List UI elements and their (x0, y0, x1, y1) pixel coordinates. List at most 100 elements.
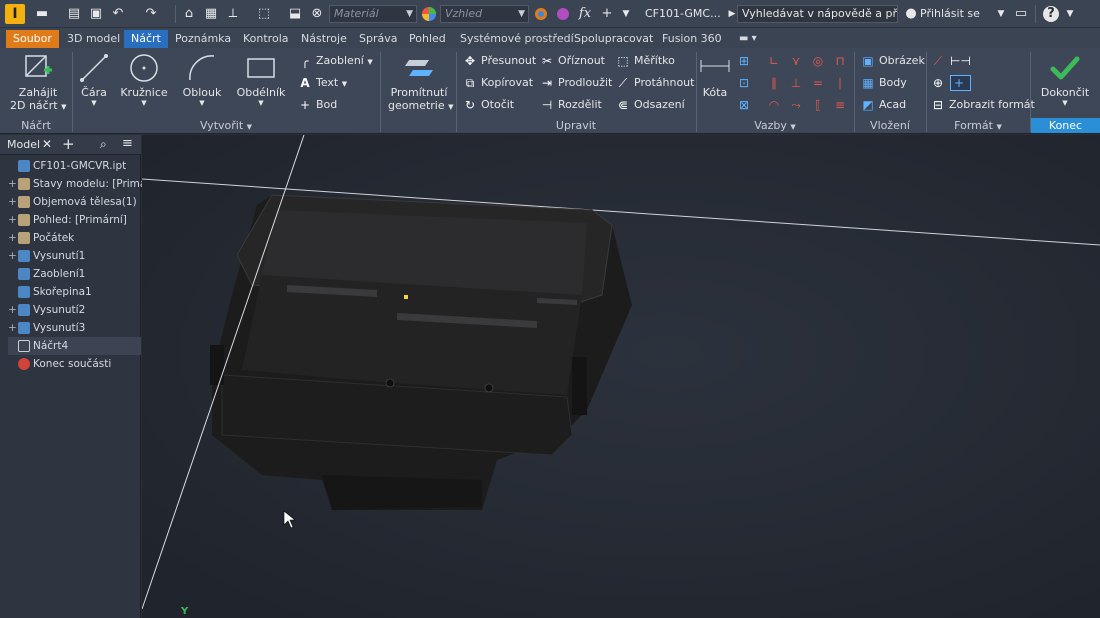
ilogic-icon[interactable]: ⬓ (287, 6, 303, 22)
save-icon[interactable]: ▣ (88, 6, 104, 22)
fix-constraint-icon[interactable]: ⊓ (832, 54, 851, 68)
expand-icon[interactable]: + (8, 175, 18, 193)
auto-dimension-icon[interactable]: ⊞ (736, 54, 755, 68)
browser-item[interactable]: Náčrt4 (8, 337, 141, 355)
start-2d-sketch-button[interactable]: Zahájit 2D náčrt ▼ (10, 52, 66, 112)
browser-item[interactable]: + Stavy modelu: [Primární (8, 175, 160, 193)
material-combo[interactable]: Materiál ▼ (329, 5, 417, 23)
dimension-button[interactable]: Kóta (699, 52, 731, 99)
new-file-icon[interactable]: ▬ (34, 6, 50, 22)
expand-icon[interactable]: + (8, 247, 18, 265)
rectangle-button[interactable]: Obdélník ▼ (236, 52, 286, 107)
stretch-button[interactable]: ⟋ Protáhnout (615, 76, 695, 90)
tab-tools[interactable]: Nástroje (294, 30, 354, 48)
add-icon[interactable]: + (599, 6, 615, 22)
help-search-input[interactable]: Vyhledávat v nápovědě a příkaze (737, 5, 898, 23)
trim-button[interactable]: ✂ Oříznout (539, 54, 605, 68)
cart-icon[interactable]: ▭ (1013, 6, 1029, 22)
undo-icon[interactable]: ↶ (110, 6, 126, 22)
browser-item[interactable]: + Počátek (8, 229, 74, 247)
tab-file[interactable]: Soubor (6, 30, 59, 48)
concentric-constraint-icon[interactable]: ◎ (810, 54, 829, 68)
redo-icon[interactable]: ↷ (143, 6, 159, 22)
tab-view[interactable]: Pohled (402, 30, 453, 48)
perpendicular-constraint-icon[interactable]: ⊥ (788, 76, 807, 90)
center-point-icon[interactable]: ⊕ (930, 76, 949, 90)
split-button[interactable]: ⊣ Rozdělit (539, 98, 602, 112)
clear-appearance-icon[interactable] (555, 6, 571, 22)
constraint-inference-icon[interactable]: ⊡ (736, 76, 755, 90)
vertical-constraint-icon[interactable]: ∣ (832, 76, 851, 90)
tab-manage[interactable]: Správa (352, 30, 404, 48)
browser-item[interactable]: + Vysunutí3 (8, 319, 85, 337)
home-icon[interactable]: ⌂ (181, 6, 197, 22)
line-button[interactable]: Čára ▼ (76, 52, 112, 107)
tab-fusion-360[interactable]: Fusion 360 (655, 30, 729, 48)
browser-tab-model[interactable]: Model (7, 138, 40, 151)
browser-item[interactable]: + Objemová tělesa(1) (8, 193, 137, 211)
browser-item[interactable]: + Pohled: [Primární] (8, 211, 127, 229)
equal-constraint-icon[interactable]: ≡ (832, 98, 851, 112)
add-browser-icon[interactable]: + (62, 135, 75, 153)
insert-acad-button[interactable]: ◩ Acad (860, 98, 906, 112)
driven-dimension-icon[interactable]: ⊢⊣ (950, 54, 971, 68)
fx-parameters-icon[interactable]: fx (577, 6, 593, 22)
help-icon[interactable]: ? (1043, 6, 1059, 22)
browser-item[interactable]: CF101-GMCVR.ipt (8, 157, 126, 175)
browser-item[interactable]: Zaoblení1 (8, 265, 85, 283)
close-icon[interactable]: ✕ (42, 137, 52, 151)
tab-sketch[interactable]: Náčrt (124, 30, 168, 48)
tab-collaborate[interactable]: Spolupracovat (567, 30, 660, 48)
smooth-constraint-icon[interactable]: ⤳ (788, 98, 807, 112)
sign-in-link[interactable]: Přihlásit se (920, 7, 980, 20)
tangent-constraint-icon[interactable]: ◠ (766, 98, 785, 112)
update-icon[interactable]: ▦ (203, 6, 219, 22)
chevron-down-icon[interactable]: ▼ (993, 6, 1009, 22)
sketch-point[interactable] (404, 295, 408, 299)
tab-options-icon[interactable]: ▬ ▾ (732, 30, 764, 48)
tab-annotate[interactable]: Poznámka (168, 30, 238, 48)
text-button[interactable]: A Text ▼ (297, 76, 347, 90)
app-logo-icon[interactable]: I (5, 4, 25, 24)
insert-image-button[interactable]: ▣ Obrázek (860, 54, 925, 68)
select-icon[interactable]: ⬚ (256, 6, 272, 22)
move-button[interactable]: ✥ Přesunout (462, 54, 536, 68)
collinear-constraint-icon[interactable]: ⋎ (788, 54, 807, 68)
constraint-persistence-icon[interactable]: ⊠ (736, 98, 755, 112)
appearance-color-icon[interactable] (421, 6, 437, 22)
open-icon[interactable]: ▤ (66, 6, 82, 22)
tab-3d-model[interactable]: 3D model (60, 30, 127, 48)
expand-icon[interactable]: + (8, 301, 18, 319)
horizontal-constraint-icon[interactable]: = (810, 76, 829, 90)
tab-inspect[interactable]: Kontrola (236, 30, 296, 48)
graphics-canvas[interactable]: Y (142, 135, 1100, 618)
browser-item[interactable]: Skořepina1 (8, 283, 92, 301)
offset-button[interactable]: ⋐ Odsazení (615, 98, 685, 112)
qat-menu-icon[interactable]: ▼ (618, 6, 634, 22)
measure-icon[interactable]: ⟂ (225, 6, 241, 22)
coincident-constraint-icon[interactable]: ∟ (766, 54, 785, 68)
point-button[interactable]: + Bod (297, 98, 337, 112)
extend-button[interactable]: ⇥ Prodloužit (539, 76, 612, 90)
copy-button[interactable]: ⧉ Kopírovat (462, 76, 533, 90)
browser-item[interactable]: + Vysunutí1 (8, 247, 85, 265)
show-format-button[interactable]: ⊟ Zobrazit formát (930, 98, 1035, 112)
appearance-combo[interactable]: Vzhled ▼ (440, 5, 529, 23)
tab-environments[interactable]: Systémové prostředí (453, 30, 581, 48)
expand-icon[interactable]: + (8, 193, 18, 211)
symmetric-constraint-icon[interactable]: ⟦ (810, 98, 829, 112)
search-icon[interactable]: ⌕ (100, 137, 107, 152)
adjust-appearance-icon[interactable] (533, 6, 549, 22)
expand-icon[interactable]: + (8, 211, 18, 229)
centerline-toggle-icon[interactable]: + (950, 75, 971, 91)
browser-item[interactable]: Konec součásti (8, 355, 111, 373)
expand-icon[interactable]: + (8, 319, 18, 337)
insert-points-button[interactable]: ▦ Body (860, 76, 906, 90)
rotate-button[interactable]: ↻ Otočit (462, 98, 514, 112)
menu-icon[interactable]: ≡ (122, 136, 133, 151)
expand-icon[interactable]: + (8, 229, 18, 247)
scale-button[interactable]: ⬚ Měřítko (615, 54, 675, 68)
parallel-constraint-icon[interactable]: ∥ (766, 76, 785, 90)
adjust-icon[interactable]: ⊗ (309, 6, 325, 22)
finish-sketch-button[interactable]: Dokončit ▼ (1037, 52, 1093, 107)
